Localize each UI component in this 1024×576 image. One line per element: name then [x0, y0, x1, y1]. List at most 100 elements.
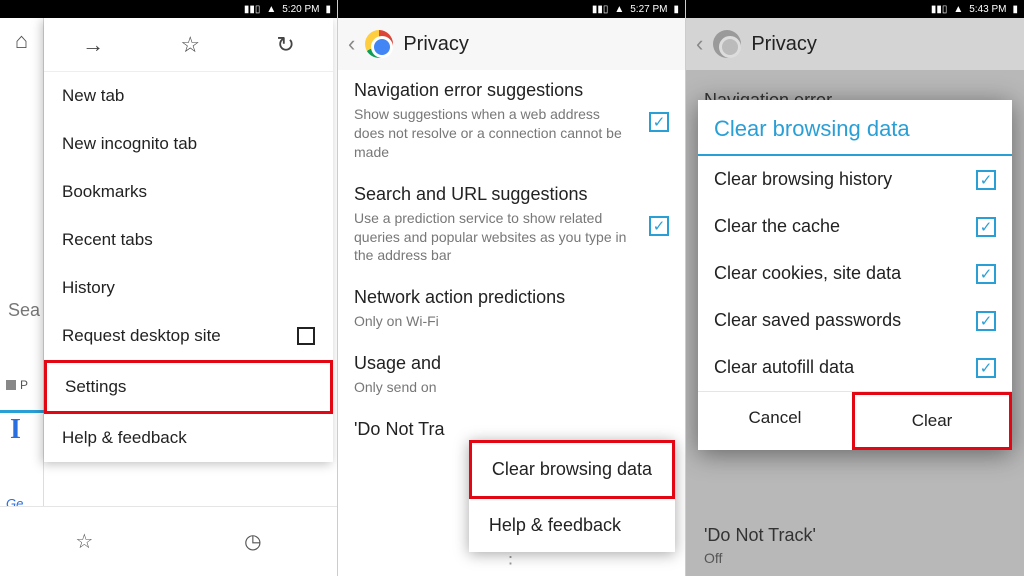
- panel-privacy: ▮▮▯ ▲ 5:27 PM ▮ ‹ Privacy Navigation err…: [338, 0, 686, 576]
- search-partial[interactable]: Sea: [0, 300, 44, 321]
- checkbox-checked-icon[interactable]: ✓: [649, 216, 669, 236]
- setting-title: 'Do Not Tra: [354, 419, 669, 440]
- wifi-icon: ▲: [266, 4, 276, 15]
- popup-help-feedback[interactable]: Help & feedback: [469, 499, 675, 552]
- status-bar: ▮▮▯ ▲ 5:43 PM ▮: [686, 0, 1024, 18]
- battery-icon: ▮: [325, 4, 331, 15]
- cancel-button[interactable]: Cancel: [698, 392, 852, 450]
- setting-title: Network action predictions: [354, 287, 669, 308]
- privacy-header-dimmed: ‹ Privacy: [686, 18, 1024, 70]
- signal-icon: ▮▮▯: [592, 4, 609, 15]
- setting-network-predictions[interactable]: Network action predictions Only on Wi-Fi: [338, 277, 685, 343]
- clear-button[interactable]: Clear: [852, 392, 1012, 450]
- menu-label: Settings: [65, 377, 126, 397]
- menu-new-incognito[interactable]: New incognito tab: [44, 120, 333, 168]
- button-label: Cancel: [749, 408, 802, 427]
- menu-label: Recent tabs: [62, 230, 153, 250]
- setting-subtitle: Only on Wi-Fi: [354, 312, 669, 331]
- battery-icon: ▮: [673, 4, 679, 15]
- checkbox-checked-icon[interactable]: ✓: [976, 264, 996, 284]
- status-bar: ▮▮▯ ▲ 5:27 PM ▮: [338, 0, 685, 18]
- checkbox-checked-icon[interactable]: ✓: [976, 358, 996, 378]
- opt-label: Clear autofill data: [714, 357, 854, 378]
- menu-label: Request desktop site: [62, 326, 221, 346]
- checkbox-checked-icon[interactable]: ✓: [976, 170, 996, 190]
- page-title: Privacy: [751, 33, 817, 56]
- forward-icon[interactable]: →: [82, 32, 104, 58]
- setting-title: Usage and: [354, 353, 669, 374]
- setting-subtitle: Only send on: [354, 378, 669, 397]
- menu-label: Help & feedback: [62, 428, 187, 448]
- menu-toolbar: → ☆ ↻: [44, 18, 333, 72]
- checkbox-checked-icon[interactable]: ✓: [649, 112, 669, 132]
- popup-label: Help & feedback: [489, 515, 621, 535]
- setting-subtitle: Show suggestions when a web address does…: [354, 105, 669, 162]
- battery-icon: ▮: [1012, 4, 1018, 15]
- menu-recent-tabs[interactable]: Recent tabs: [44, 216, 333, 264]
- menu-history[interactable]: History: [44, 264, 333, 312]
- signal-icon: ▮▮▯: [931, 4, 948, 15]
- wifi-icon: ▲: [614, 4, 624, 15]
- checkbox-checked-icon[interactable]: ✓: [976, 217, 996, 237]
- button-label: Clear: [912, 411, 953, 430]
- wifi-icon: ▲: [953, 4, 963, 15]
- bg-dnt: 'Do Not Track': [704, 525, 816, 546]
- context-popup: Clear browsing data Help & feedback: [469, 440, 675, 552]
- tab-label-partial: P: [20, 378, 28, 392]
- setting-search-url[interactable]: Search and URL suggestions Use a predict…: [338, 174, 685, 278]
- chrome-icon: [365, 30, 393, 58]
- chrome-icon: [713, 30, 741, 58]
- setting-nav-error[interactable]: Navigation error suggestions Show sugges…: [338, 70, 685, 174]
- menu-label: New tab: [62, 86, 124, 106]
- opt-clear-autofill[interactable]: Clear autofill data ✓: [698, 344, 1012, 391]
- back-icon: ‹: [696, 31, 703, 57]
- dialog-actions: Cancel Clear: [698, 391, 1012, 450]
- menu-new-tab[interactable]: New tab: [44, 72, 333, 120]
- status-time: 5:43 PM: [969, 4, 1006, 15]
- back-icon[interactable]: ‹: [348, 31, 355, 57]
- privacy-header: ‹ Privacy: [338, 18, 685, 70]
- signal-icon: ▮▮▯: [244, 4, 261, 15]
- clear-browsing-dialog: Clear browsing data Clear browsing histo…: [698, 100, 1012, 450]
- opt-clear-history[interactable]: Clear browsing history ✓: [698, 156, 1012, 203]
- browser-underlay: ⌂ Sea P I Ge: [0, 18, 44, 576]
- setting-title: Search and URL suggestions: [354, 184, 669, 205]
- popup-clear-browsing-data[interactable]: Clear browsing data: [469, 440, 675, 499]
- dialog-title: Clear browsing data: [698, 110, 1012, 156]
- star-outline-icon[interactable]: ☆: [75, 529, 93, 554]
- bottom-toolbar: ☆ ◷: [0, 506, 337, 576]
- opt-label: Clear the cache: [714, 216, 840, 237]
- opt-label: Clear browsing history: [714, 169, 892, 190]
- tab-underline: [0, 410, 44, 413]
- status-time: 5:27 PM: [630, 4, 667, 15]
- checkbox-empty-icon[interactable]: [297, 327, 315, 345]
- checkbox-checked-icon[interactable]: ✓: [976, 311, 996, 331]
- menu-label: New incognito tab: [62, 134, 197, 154]
- opt-clear-cache[interactable]: Clear the cache ✓: [698, 203, 1012, 250]
- status-time: 5:20 PM: [282, 4, 319, 15]
- overflow-menu: → ☆ ↻ New tab New incognito tab Bookmark…: [44, 18, 333, 462]
- opt-label: Clear cookies, site data: [714, 263, 901, 284]
- opt-clear-passwords[interactable]: Clear saved passwords ✓: [698, 297, 1012, 344]
- popup-label: Clear browsing data: [492, 459, 652, 479]
- panel-menu: ▮▮▯ ▲ 5:20 PM ▮ ⌂ Sea P I Ge → ☆ ↻ New t…: [0, 0, 338, 576]
- favicon-icon: [6, 380, 16, 390]
- history-clock-icon[interactable]: ◷: [244, 529, 261, 554]
- home-icon[interactable]: ⌂: [0, 18, 43, 64]
- reload-icon[interactable]: ↻: [276, 32, 294, 58]
- opt-label: Clear saved passwords: [714, 310, 901, 331]
- star-icon[interactable]: ☆: [180, 32, 200, 58]
- menu-settings[interactable]: Settings: [44, 360, 333, 414]
- page-logo-letter: I: [10, 414, 21, 446]
- page-title: Privacy: [403, 33, 469, 56]
- menu-bookmarks[interactable]: Bookmarks: [44, 168, 333, 216]
- menu-help-feedback[interactable]: Help & feedback: [44, 414, 333, 462]
- menu-request-desktop[interactable]: Request desktop site: [44, 312, 333, 360]
- setting-title: Navigation error suggestions: [354, 80, 669, 101]
- status-bar: ▮▮▯ ▲ 5:20 PM ▮: [0, 0, 337, 18]
- setting-subtitle: Use a prediction service to show related…: [354, 209, 669, 266]
- bg-off: Off: [704, 550, 722, 566]
- menu-label: Bookmarks: [62, 182, 147, 202]
- setting-usage[interactable]: Usage and Only send on: [338, 343, 685, 409]
- opt-clear-cookies[interactable]: Clear cookies, site data ✓: [698, 250, 1012, 297]
